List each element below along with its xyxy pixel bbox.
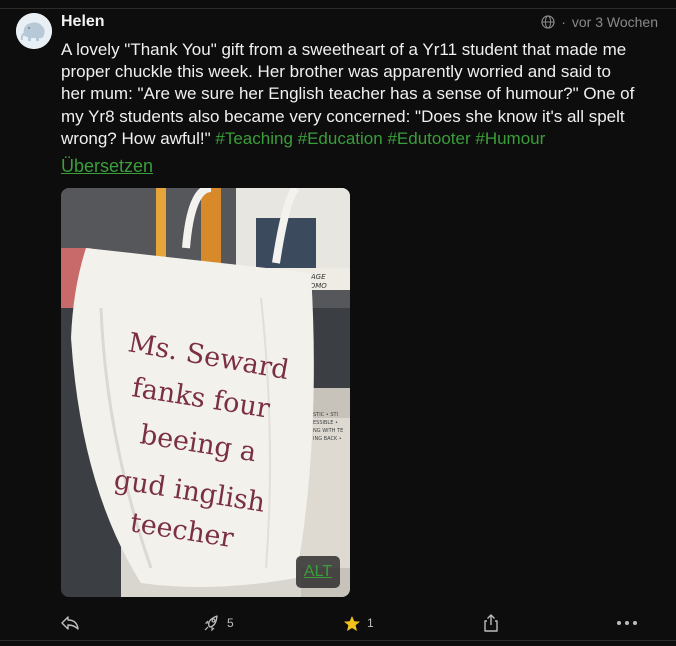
more-icon [617, 621, 637, 625]
share-button[interactable] [483, 612, 499, 634]
alt-text-button[interactable]: ALT [296, 556, 340, 588]
top-divider [0, 8, 676, 9]
hashtag-humour[interactable]: #Humour [475, 129, 545, 148]
post-image[interactable]: ME MOTI TIME MANAGE ONOMO STIC • STI ESS… [61, 188, 350, 597]
star-icon [344, 615, 360, 631]
hashtag-education[interactable]: #Education [298, 129, 383, 148]
side-text: STIC • STI [313, 412, 338, 418]
boost-rocket-icon [204, 615, 218, 632]
side-text: ING BACK • [313, 436, 342, 442]
tote-bag-photo: ME MOTI TIME MANAGE ONOMO STIC • STI ESS… [61, 188, 350, 597]
side-text: NG WITH TE [313, 428, 343, 434]
side-text: ESSIBLE • [313, 420, 338, 426]
post-meta: · vor 3 Wochen [541, 14, 658, 30]
globe-icon [541, 15, 555, 29]
post-line: wrong? How awful!" [61, 128, 211, 148]
post-time[interactable]: vor 3 Wochen [572, 14, 658, 30]
boost-button[interactable]: 5 [203, 612, 234, 634]
bottom-divider [0, 640, 676, 641]
post-line-with-hashtags: wrong? How awful!" #Teaching #Education … [61, 128, 661, 150]
post-content: A lovely "Thank You" gift from a sweethe… [61, 39, 661, 150]
hashtag-edutooter[interactable]: #Edutooter [387, 129, 470, 148]
post-line: my Yr8 students also became very concern… [61, 106, 625, 126]
post-line: A lovely "Thank You" gift from a sweethe… [61, 40, 627, 59]
share-icon [484, 614, 498, 632]
hashtag-teaching[interactable]: #Teaching [215, 129, 293, 148]
reply-icon [61, 616, 79, 630]
post-line: her mum: "Are we sure her English teache… [61, 84, 635, 104]
separator-dot: · [561, 14, 566, 30]
reply-button[interactable] [61, 612, 79, 634]
favourite-button[interactable]: 1 [343, 612, 374, 634]
more-button[interactable] [616, 612, 638, 634]
favourite-count: 1 [367, 616, 374, 630]
translate-link[interactable]: Übersetzen [61, 156, 153, 177]
avatar[interactable] [16, 13, 52, 49]
author-name[interactable]: Helen [61, 13, 105, 31]
elephant-avatar-icon [16, 13, 52, 49]
post-line: proper chuckle this week. Her brother wa… [61, 62, 611, 82]
boost-count: 5 [227, 616, 234, 630]
